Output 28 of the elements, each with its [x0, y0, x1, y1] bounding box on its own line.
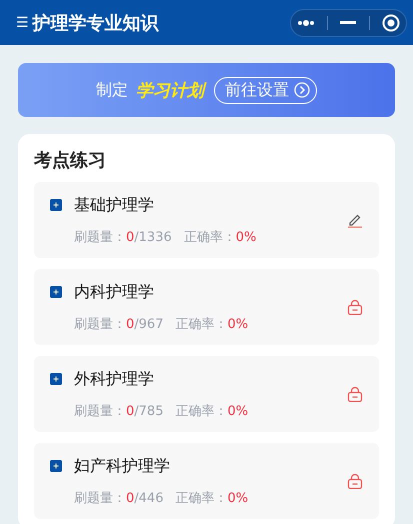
- lock-icon[interactable]: [347, 473, 363, 489]
- menu-icon[interactable]: ☰: [16, 14, 29, 30]
- plus-icon[interactable]: [50, 199, 62, 211]
- course-item[interactable]: 基础护理学 刷题量：0/1336 正确率：0%: [34, 182, 379, 258]
- minimize-icon[interactable]: [340, 21, 356, 24]
- course-stats: 刷题量：0/967 正确率：0%: [73, 316, 250, 332]
- course-item[interactable]: 内科护理学 刷题量：0/967 正确率：0%: [34, 269, 379, 345]
- page-title: 护理学专业知识: [32, 12, 160, 34]
- course-item[interactable]: 外科护理学 刷题量：0/785 正确率：0%: [34, 356, 379, 432]
- section-title: 考点练习: [34, 149, 107, 172]
- chevron-icon: [294, 82, 310, 98]
- course-item[interactable]: 妇产科护理学 刷题量：0/446 正确率：0%: [34, 443, 379, 519]
- settings-button[interactable]: 前往设置: [214, 76, 317, 104]
- pencil-icon[interactable]: [347, 212, 363, 228]
- plus-icon[interactable]: [50, 286, 62, 298]
- more-icon[interactable]: [297, 20, 316, 26]
- plus-icon[interactable]: [50, 373, 62, 385]
- course-stats: 刷题量：0/1336 正确率：0%: [73, 228, 258, 246]
- course-name: 基础护理学: [74, 194, 154, 216]
- course-name: 妇产科护理学: [74, 456, 170, 476]
- lock-icon[interactable]: [347, 386, 363, 402]
- course-stats: 刷题量：0/446 正确率：0%: [73, 490, 250, 506]
- banner-text: 制定: [96, 80, 128, 100]
- lock-icon[interactable]: [347, 299, 363, 315]
- course-name: 内科护理学: [74, 282, 154, 302]
- course-name: 外科护理学: [74, 368, 154, 390]
- plus-icon[interactable]: [50, 460, 62, 472]
- course-stats: 刷题量：0/785 正确率：0%: [73, 402, 250, 420]
